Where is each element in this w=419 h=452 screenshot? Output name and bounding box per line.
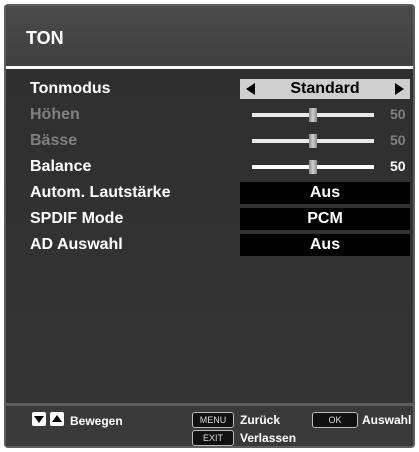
lautstaerke-value[interactable]: Aus [240, 182, 410, 204]
exit-key: EXIT [192, 430, 234, 446]
row-ad-auswahl[interactable]: AD Auswahl Aus [6, 233, 413, 257]
menu-list: Tonmodus Standard Höhen 50 Bässe 50 Bala… [6, 69, 413, 403]
row-hoehen: Höhen 50 [6, 103, 413, 127]
select-hint: Auswahl [362, 413, 412, 427]
hoehen-label: Höhen [30, 106, 80, 123]
hoehen-slider-thumb [309, 108, 317, 122]
balance-value: 50 [390, 158, 406, 174]
ad-label: AD Auswahl [30, 236, 123, 253]
down-arrow-icon [32, 412, 46, 426]
balance-slider[interactable] [252, 160, 374, 174]
arrow-right-icon[interactable] [395, 83, 404, 95]
row-tonmodus[interactable]: Tonmodus Standard [6, 77, 413, 101]
menu-key: MENU [192, 412, 234, 428]
hoehen-slider [252, 108, 374, 122]
exit-hint: Verlassen [240, 431, 297, 445]
tonmodus-selector[interactable]: Standard [240, 79, 410, 99]
menu-title: TON [26, 28, 64, 48]
baesse-label: Bässe [30, 132, 78, 149]
row-spdif-mode[interactable]: SPDIF Mode PCM [6, 207, 413, 231]
balance-slider-thumb[interactable] [309, 160, 317, 174]
ad-value[interactable]: Aus [240, 234, 410, 256]
lautstaerke-label: Autom. Lautstärke [30, 184, 171, 201]
move-hint: Bewegen [70, 414, 123, 428]
balance-label: Balance [30, 158, 92, 175]
ok-key: OK [312, 412, 358, 428]
baesse-value: 50 [390, 132, 406, 148]
row-balance[interactable]: Balance 50 [6, 155, 413, 179]
back-hint: Zurück [240, 413, 281, 427]
baesse-slider-thumb [309, 134, 317, 148]
hoehen-value: 50 [390, 106, 406, 122]
row-autom-lautstaerke[interactable]: Autom. Lautstärke Aus [6, 181, 413, 205]
title-bar: TON [6, 6, 413, 69]
tonmodus-value: Standard [290, 80, 360, 97]
spdif-value[interactable]: PCM [240, 208, 410, 230]
spdif-label: SPDIF Mode [30, 210, 124, 227]
sound-menu-window: TON Tonmodus Standard Höhen 50 Bässe 50 [4, 4, 415, 448]
row-baesse: Bässe 50 [6, 129, 413, 153]
baesse-slider [252, 134, 374, 148]
tonmodus-label: Tonmodus [30, 80, 111, 97]
footer-hints: Bewegen MENU Zurück OK Auswahl EXIT Verl… [6, 406, 413, 446]
up-arrow-icon [50, 412, 64, 426]
